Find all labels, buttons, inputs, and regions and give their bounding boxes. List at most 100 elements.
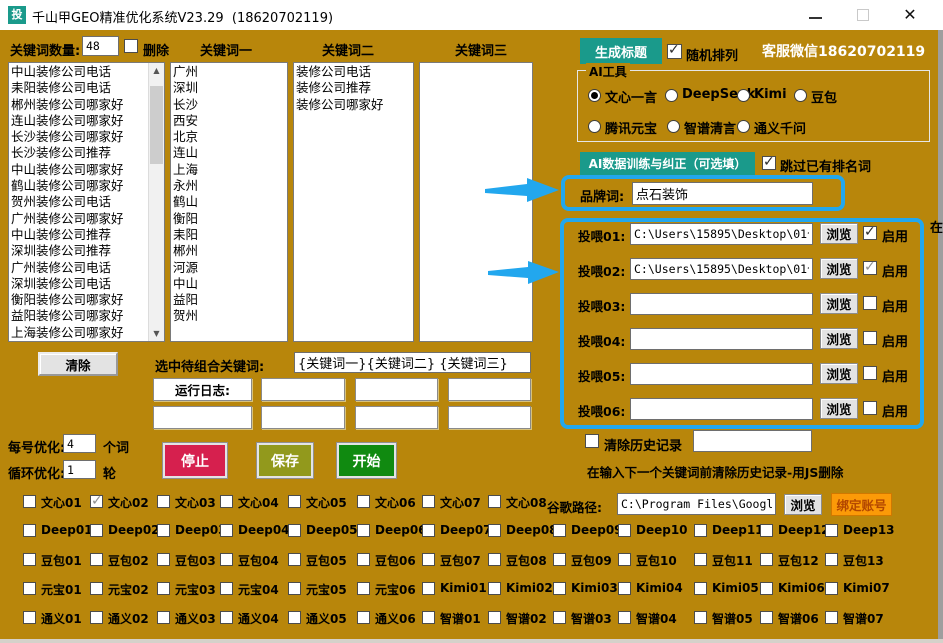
ai-radio-文心一言[interactable] xyxy=(588,89,601,102)
random-order-checkbox[interactable] xyxy=(667,44,682,59)
account-checkbox-Kimi04[interactable] xyxy=(618,582,631,595)
list-item[interactable]: 长沙 xyxy=(173,97,285,113)
account-checkbox-通义03[interactable] xyxy=(157,611,170,624)
google-path-input[interactable] xyxy=(617,493,776,515)
account-checkbox-智谱06[interactable] xyxy=(760,611,773,624)
account-checkbox-智谱07[interactable] xyxy=(825,611,838,624)
list-item[interactable]: 贺州装修公司电话 xyxy=(11,194,147,210)
account-checkbox-智谱05[interactable] xyxy=(694,611,707,624)
account-checkbox-Deep08[interactable] xyxy=(488,524,501,537)
save-button[interactable]: 保存 xyxy=(257,443,313,478)
feed-path-input[interactable] xyxy=(630,363,813,385)
ai-radio-通义千问[interactable] xyxy=(737,120,750,133)
scroll-up-icon[interactable]: ▲ xyxy=(149,63,164,78)
list-item[interactable]: 中山装修公司推荐 xyxy=(11,227,147,243)
account-checkbox-Deep01[interactable] xyxy=(23,524,36,537)
account-checkbox-豆包06[interactable] xyxy=(357,553,370,566)
account-checkbox-通义04[interactable] xyxy=(220,611,233,624)
ai-radio-Kimi[interactable] xyxy=(737,89,750,102)
account-checkbox-元宝04[interactable] xyxy=(220,582,233,595)
list-item[interactable]: 北京 xyxy=(173,129,285,145)
ai-radio-DeepSeek[interactable] xyxy=(665,89,678,102)
scrollbar-thumb[interactable] xyxy=(150,86,163,164)
account-checkbox-Kimi07[interactable] xyxy=(825,582,838,595)
list-item[interactable]: 郴州装修公司哪家好 xyxy=(11,97,147,113)
list-item[interactable]: 广州装修公司电话 xyxy=(11,260,147,276)
account-checkbox-豆包13[interactable] xyxy=(825,553,838,566)
account-checkbox-智谱03[interactable] xyxy=(553,611,566,624)
account-checkbox-Kimi02[interactable] xyxy=(488,582,501,595)
list-item[interactable]: 长沙装修公司推荐 xyxy=(11,145,147,161)
account-checkbox-Deep04[interactable] xyxy=(220,524,233,537)
stop-button[interactable]: 停止 xyxy=(163,443,227,478)
list-item[interactable]: 装修公司推荐 xyxy=(296,80,411,96)
ai-radio-豆包[interactable] xyxy=(794,89,807,102)
list-item[interactable]: 上海装修公司哪家好 xyxy=(11,325,147,341)
feed-enable-checkbox[interactable] xyxy=(863,331,877,345)
account-checkbox-智谱04[interactable] xyxy=(618,611,631,624)
account-checkbox-豆包07[interactable] xyxy=(422,553,435,566)
feed-browse-button[interactable]: 浏览 xyxy=(820,363,858,384)
skip-ranked-checkbox[interactable] xyxy=(762,156,776,170)
account-checkbox-元宝06[interactable] xyxy=(357,582,370,595)
account-checkbox-Kimi05[interactable] xyxy=(694,582,707,595)
list-item[interactable]: 益阳装修公司哪家好 xyxy=(11,308,147,324)
account-checkbox-文心03[interactable] xyxy=(157,495,170,508)
account-checkbox-豆包12[interactable] xyxy=(760,553,773,566)
keyword-pool-list[interactable]: 中山装修公司电话耒阳装修公司电话郴州装修公司哪家好连山装修公司哪家好长沙装修公司… xyxy=(8,62,165,342)
ai-radio-智谱清言[interactable] xyxy=(667,120,680,133)
account-checkbox-通义02[interactable] xyxy=(90,611,103,624)
feed-enable-checkbox[interactable] xyxy=(863,401,877,415)
list-item[interactable]: 西安 xyxy=(173,113,285,129)
feed-path-input[interactable] xyxy=(630,398,813,420)
account-checkbox-豆包10[interactable] xyxy=(618,553,631,566)
account-checkbox-Kimi06[interactable] xyxy=(760,582,773,595)
list-item[interactable]: 上海 xyxy=(173,162,285,178)
account-checkbox-元宝01[interactable] xyxy=(23,582,36,595)
feed-enable-checkbox[interactable] xyxy=(863,296,877,310)
list-item[interactable]: 深圳 xyxy=(173,80,285,96)
account-checkbox-豆包08[interactable] xyxy=(488,553,501,566)
google-browse-button[interactable]: 浏览 xyxy=(784,494,822,515)
feed-path-input[interactable] xyxy=(630,258,813,280)
account-checkbox-元宝05[interactable] xyxy=(288,582,301,595)
list-item[interactable]: 耒阳 xyxy=(173,227,285,243)
account-checkbox-Deep03[interactable] xyxy=(157,524,170,537)
account-checkbox-智谱01[interactable] xyxy=(422,611,435,624)
loop-input[interactable] xyxy=(63,460,96,479)
account-checkbox-豆包05[interactable] xyxy=(288,553,301,566)
account-checkbox-豆包03[interactable] xyxy=(157,553,170,566)
account-checkbox-豆包09[interactable] xyxy=(553,553,566,566)
list-item[interactable]: 益阳 xyxy=(173,292,285,308)
list-item[interactable]: 装修公司哪家好 xyxy=(296,97,411,113)
clear-button[interactable]: 清除 xyxy=(38,352,118,376)
account-checkbox-Deep12[interactable] xyxy=(760,524,773,537)
account-checkbox-文心01[interactable] xyxy=(23,495,36,508)
list-item[interactable]: 深圳装修公司推荐 xyxy=(11,243,147,259)
ai-radio-腾讯元宝[interactable] xyxy=(588,120,601,133)
feed-enable-checkbox[interactable] xyxy=(863,226,877,240)
account-checkbox-Deep13[interactable] xyxy=(825,524,838,537)
account-checkbox-Kimi01[interactable] xyxy=(422,582,435,595)
list-item[interactable]: 深圳装修公司电话 xyxy=(11,276,147,292)
delete-checkbox[interactable] xyxy=(124,39,138,53)
list-item[interactable]: 衡阳 xyxy=(173,211,285,227)
account-checkbox-文心04[interactable] xyxy=(220,495,233,508)
account-checkbox-豆包11[interactable] xyxy=(694,553,707,566)
account-checkbox-Deep11[interactable] xyxy=(694,524,707,537)
list-item[interactable]: 中山 xyxy=(173,276,285,292)
account-checkbox-豆包01[interactable] xyxy=(23,553,36,566)
list-item[interactable]: 连山装修公司哪家好 xyxy=(11,113,147,129)
feed-path-input[interactable] xyxy=(630,328,813,350)
clear-history-input[interactable] xyxy=(693,430,812,452)
account-checkbox-文心06[interactable] xyxy=(357,495,370,508)
account-checkbox-通义05[interactable] xyxy=(288,611,301,624)
feed-browse-button[interactable]: 浏览 xyxy=(820,328,858,349)
list-item[interactable]: 永州 xyxy=(173,178,285,194)
account-checkbox-豆包04[interactable] xyxy=(220,553,233,566)
list-item[interactable]: 中山装修公司哪家好 xyxy=(11,162,147,178)
start-button[interactable]: 开始 xyxy=(337,443,396,478)
minimize-button[interactable] xyxy=(800,4,830,26)
account-checkbox-元宝02[interactable] xyxy=(90,582,103,595)
list-item[interactable]: 鹤山 xyxy=(173,194,285,210)
